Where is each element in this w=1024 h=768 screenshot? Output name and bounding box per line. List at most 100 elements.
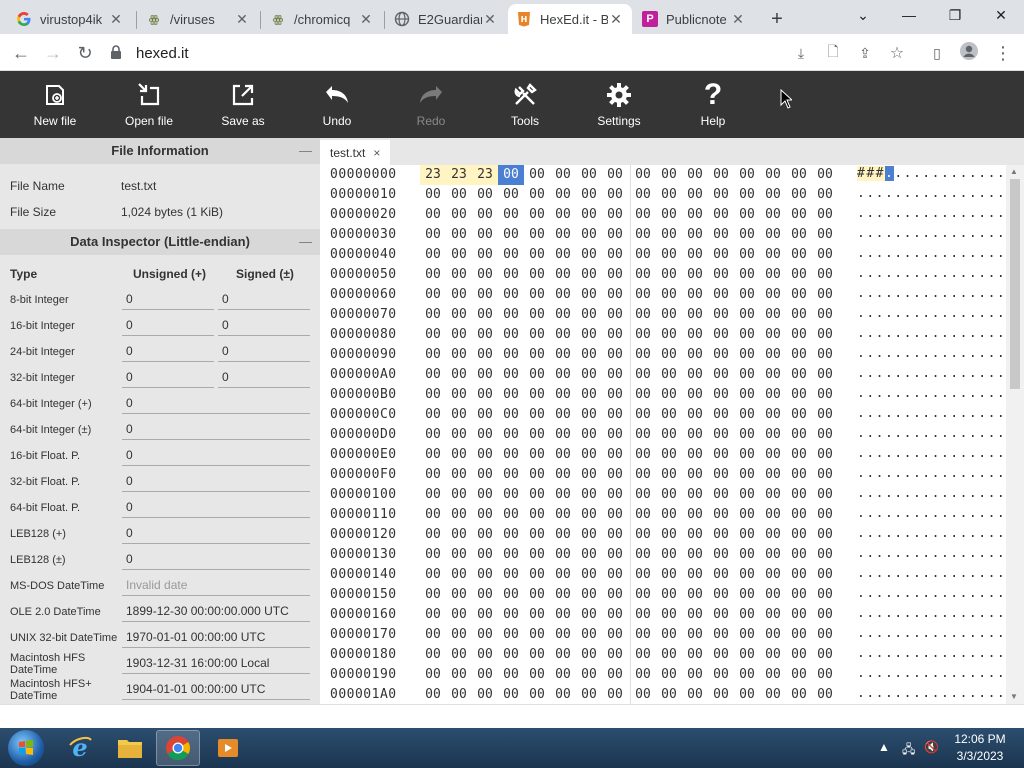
hex-byte[interactable]: 00: [550, 605, 576, 625]
hex-byte[interactable]: 00: [446, 505, 472, 525]
hex-byte[interactable]: 00: [550, 165, 576, 185]
hex-byte[interactable]: 00: [682, 365, 708, 385]
hex-byte[interactable]: 00: [630, 385, 656, 405]
hex-byte[interactable]: 00: [812, 325, 838, 345]
hex-byte[interactable]: 00: [472, 665, 498, 685]
inspector-signed-field[interactable]: 0: [218, 313, 310, 336]
hex-byte[interactable]: 00: [576, 465, 602, 485]
hex-byte[interactable]: 00: [760, 445, 786, 465]
hex-byte[interactable]: 00: [602, 645, 628, 665]
hex-byte[interactable]: 00: [630, 445, 656, 465]
inspector-unsigned-field[interactable]: 0: [122, 313, 214, 336]
hex-byte[interactable]: 00: [602, 565, 628, 585]
hex-byte[interactable]: 00: [524, 665, 550, 685]
inspector-signed-field[interactable]: 0: [218, 339, 310, 362]
hex-byte[interactable]: 00: [446, 465, 472, 485]
hex-byte[interactable]: 00: [498, 405, 524, 425]
hex-byte[interactable]: 00: [420, 205, 446, 225]
hex-byte[interactable]: 00: [760, 305, 786, 325]
hex-byte[interactable]: 00: [734, 685, 760, 704]
hex-byte[interactable]: 00: [524, 565, 550, 585]
hex-byte[interactable]: 00: [786, 325, 812, 345]
share-button[interactable]: ⇪: [852, 40, 878, 66]
scroll-up-icon[interactable]: ▲: [1010, 167, 1018, 176]
hex-byte[interactable]: 00: [472, 625, 498, 645]
hex-byte[interactable]: 00: [630, 265, 656, 285]
restore-button[interactable]: ❐: [932, 0, 978, 30]
hex-byte[interactable]: 00: [760, 525, 786, 545]
hex-byte[interactable]: 00: [446, 285, 472, 305]
hex-byte[interactable]: 00: [498, 185, 524, 205]
hex-byte[interactable]: 00: [524, 685, 550, 704]
hex-byte[interactable]: 00: [786, 345, 812, 365]
hex-byte[interactable]: 00: [498, 325, 524, 345]
inspector-value-field[interactable]: Invalid date: [122, 573, 310, 596]
hex-byte[interactable]: 00: [708, 165, 734, 185]
close-file-tab-icon[interactable]: ×: [373, 146, 380, 160]
inspector-unsigned-field[interactable]: 0: [122, 287, 214, 310]
ascii-column[interactable]: ................: [857, 286, 1006, 301]
hex-byte[interactable]: 00: [760, 565, 786, 585]
hex-byte[interactable]: 00: [734, 345, 760, 365]
hex-byte[interactable]: 00: [602, 185, 628, 205]
hex-byte[interactable]: 00: [550, 425, 576, 445]
hex-byte[interactable]: 00: [550, 685, 576, 704]
hex-byte[interactable]: 00: [472, 545, 498, 565]
hex-byte[interactable]: 00: [550, 345, 576, 365]
hex-byte[interactable]: 00: [682, 625, 708, 645]
save-as-button[interactable]: Save as: [199, 71, 287, 138]
hex-byte[interactable]: 00: [786, 645, 812, 665]
inspector-value-field[interactable]: 0: [122, 495, 310, 518]
side-panel-button[interactable]: ▯: [924, 40, 950, 66]
hex-byte[interactable]: 00: [786, 665, 812, 685]
ascii-column[interactable]: ................: [857, 386, 1006, 401]
hex-byte[interactable]: 00: [524, 365, 550, 385]
hex-byte[interactable]: 00: [682, 405, 708, 425]
hex-byte[interactable]: 00: [682, 485, 708, 505]
hex-byte[interactable]: 00: [576, 405, 602, 425]
hex-byte[interactable]: 00: [576, 605, 602, 625]
hex-byte[interactable]: 00: [812, 285, 838, 305]
hex-byte[interactable]: 00: [420, 645, 446, 665]
hex-byte[interactable]: 00: [550, 185, 576, 205]
hex-byte[interactable]: 00: [734, 605, 760, 625]
hex-byte[interactable]: 00: [708, 485, 734, 505]
hex-byte[interactable]: 00: [524, 205, 550, 225]
hex-byte[interactable]: 00: [472, 325, 498, 345]
hex-byte[interactable]: 00: [446, 485, 472, 505]
hex-byte[interactable]: 00: [656, 165, 682, 185]
hex-byte[interactable]: 00: [472, 445, 498, 465]
hex-byte[interactable]: 00: [786, 505, 812, 525]
hex-byte[interactable]: 00: [682, 425, 708, 445]
inspector-signed-field[interactable]: 0: [218, 287, 310, 310]
hex-byte[interactable]: 00: [550, 225, 576, 245]
hex-byte[interactable]: 00: [708, 565, 734, 585]
hex-byte[interactable]: 00: [682, 205, 708, 225]
hex-byte[interactable]: 00: [576, 345, 602, 365]
hex-byte[interactable]: 00: [656, 385, 682, 405]
hex-byte[interactable]: 00: [602, 425, 628, 445]
hex-byte[interactable]: 00: [760, 225, 786, 245]
hex-byte[interactable]: 00: [472, 205, 498, 225]
hex-byte[interactable]: 00: [812, 205, 838, 225]
hex-byte[interactable]: 00: [420, 325, 446, 345]
inspector-value-field[interactable]: 1904-01-01 00:00:00 UTC: [122, 677, 310, 700]
hex-byte[interactable]: 00: [656, 685, 682, 704]
hex-byte[interactable]: 00: [760, 325, 786, 345]
browser-tab-chromicq[interactable]: ꙮ /chromicq ✕: [262, 4, 382, 34]
hex-byte[interactable]: 00: [446, 625, 472, 645]
hex-byte[interactable]: 00: [708, 665, 734, 685]
hex-byte[interactable]: 00: [498, 485, 524, 505]
hex-byte[interactable]: 00: [760, 345, 786, 365]
hex-byte[interactable]: 00: [734, 225, 760, 245]
hex-byte[interactable]: 00: [786, 685, 812, 704]
hex-byte[interactable]: 00: [524, 345, 550, 365]
hex-byte[interactable]: 00: [734, 405, 760, 425]
hex-byte[interactable]: 00: [524, 225, 550, 245]
browser-tab-virustop4ik[interactable]: virustop4ik ✕: [8, 4, 132, 34]
ascii-column[interactable]: ................: [857, 526, 1006, 541]
hex-byte[interactable]: 00: [472, 565, 498, 585]
inspector-value-field[interactable]: 0: [122, 443, 310, 466]
hex-byte[interactable]: 00: [708, 305, 734, 325]
hex-byte[interactable]: 00: [656, 445, 682, 465]
